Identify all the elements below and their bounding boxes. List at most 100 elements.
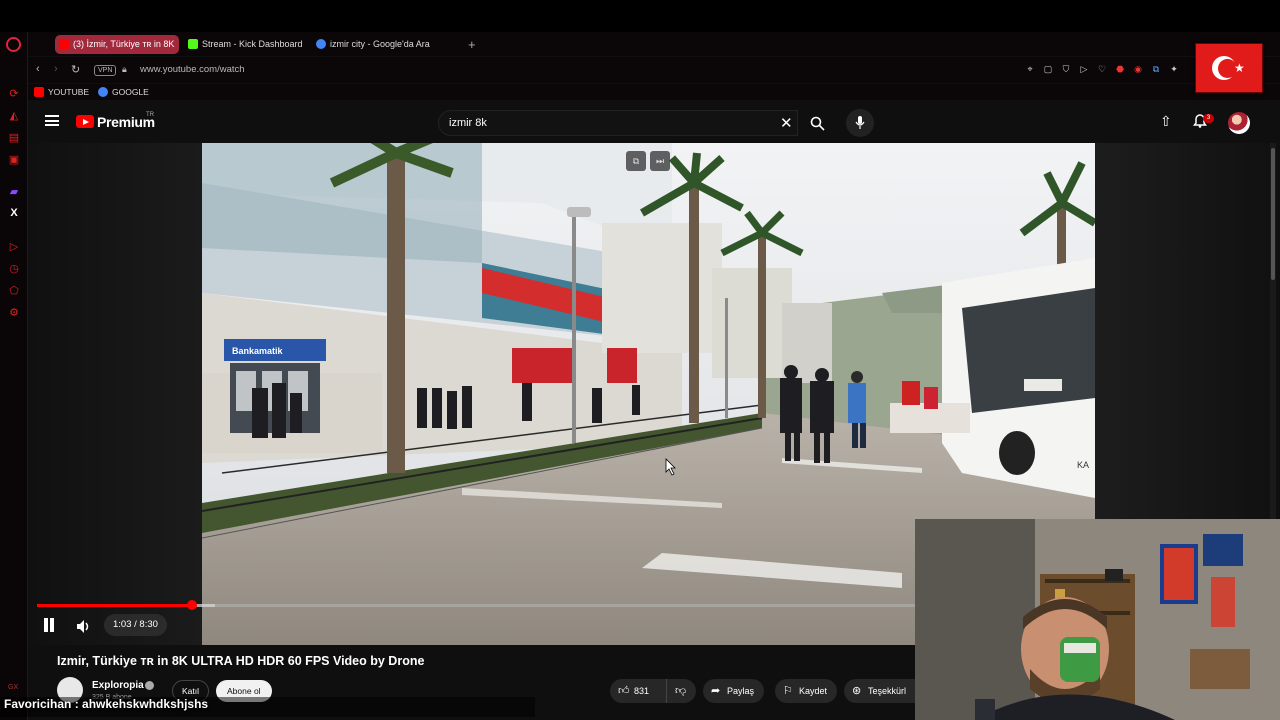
extensions-puzzle-icon[interactable]: ✦ <box>1168 63 1180 75</box>
tampermonkey-icon[interactable]: ◉ <box>1132 63 1144 75</box>
search-icon <box>810 116 825 131</box>
youtube-favicon-icon <box>59 39 69 49</box>
scrollbar-thumb[interactable] <box>1271 148 1275 280</box>
share-icon: ➦ <box>711 685 721 697</box>
google-bookmark-icon <box>98 87 108 97</box>
chat-separator: : <box>71 697 83 711</box>
tab-label: (3) İzmir, Türkiye ᴛʀ in 8K <box>73 39 175 49</box>
messenger-icon[interactable]: ▣ <box>6 151 22 167</box>
tab-youtube[interactable]: (3) İzmir, Türkiye ᴛʀ in 8K <box>55 35 179 54</box>
snapshot-icon[interactable]: ▢ <box>1042 63 1054 75</box>
flag-star: ★ <box>1234 61 1245 75</box>
x-twitter-icon[interactable]: X <box>6 205 22 221</box>
window-top-bar <box>0 0 1280 32</box>
bookmarks-bar: YOUTUBE GOOGLE <box>28 84 1280 100</box>
translate-icon[interactable]: ⧉ <box>1150 63 1162 75</box>
share-button[interactable]: ➦ Paylaş <box>703 679 765 703</box>
thanks-button[interactable]: ⊛ Teşekkürl <box>844 679 915 703</box>
atm-sign: Bankamatik <box>232 346 284 356</box>
next-video-icon[interactable]: ⏭ <box>650 151 670 171</box>
verified-icon <box>145 681 154 690</box>
notification-count-badge: 3 <box>1203 114 1214 123</box>
miniplayer-icon[interactable]: ⧉ <box>626 151 646 171</box>
tab-kick[interactable]: Stream - Kick Dashboard <box>184 35 308 54</box>
turkish-flag-image: ★ <box>1195 43 1263 93</box>
bookmark-youtube[interactable]: YOUTUBE <box>34 86 89 98</box>
heart-icon[interactable]: ♡ <box>1096 63 1108 75</box>
gx-label: GX <box>8 684 19 691</box>
webcam-feed <box>915 519 1280 720</box>
search-value: izmir 8k <box>449 117 487 129</box>
bookmark-icon: ⚐ <box>783 685 793 697</box>
progress-played <box>37 604 192 607</box>
pause-button[interactable] <box>42 618 56 632</box>
tab-label: Stream - Kick Dashboard <box>202 39 303 49</box>
tab-strip: (3) İzmir, Türkiye ᴛʀ in 8K Stream - Kic… <box>28 32 1280 56</box>
chat-overlay-message: Favoricihan : ahwkehskwhdkshjshs <box>4 697 208 715</box>
bookmark-google[interactable]: GOOGLE <box>98 86 149 98</box>
bookmark-label: GOOGLE <box>112 87 149 97</box>
history-icon[interactable]: ⟳ <box>6 85 22 101</box>
aria-icon[interactable]: ◭ <box>6 107 22 123</box>
like-count: 831 <box>634 686 650 696</box>
reload-icon[interactable]: ↻ <box>71 63 80 76</box>
search-input[interactable]: izmir 8k ✕ <box>438 110 798 136</box>
shield-icon[interactable]: ⛉ <box>1060 63 1072 75</box>
dislike-button[interactable]: 👎︎ <box>666 679 696 703</box>
chat-user: Favoricihan <box>4 697 72 711</box>
back-icon[interactable]: ‹ <box>36 63 40 75</box>
overlay-buttons: ⧉ ⏭ <box>626 151 670 171</box>
user-avatar[interactable] <box>1228 112 1250 134</box>
extensions-icon[interactable]: ⬠ <box>6 282 22 298</box>
thumbs-up-icon: 👍︎ <box>618 685 630 697</box>
clear-search-icon[interactable]: ✕ <box>780 114 793 132</box>
pin-icon[interactable]: ⌖ <box>1024 63 1036 75</box>
clock-icon[interactable]: ◷ <box>6 260 22 276</box>
like-button[interactable]: 👍︎ 831 <box>610 679 666 703</box>
new-tab-button[interactable]: + <box>468 35 476 54</box>
flow-icon[interactable]: ▷ <box>1078 63 1090 75</box>
voice-search-button[interactable] <box>846 109 874 137</box>
channel-name[interactable]: Exploropia <box>92 680 144 691</box>
lock-icon[interactable]: 🔒︎ <box>122 64 127 75</box>
save-label: Kaydet <box>799 686 828 696</box>
player-ambient-left <box>28 143 202 645</box>
volume-icon[interactable] <box>74 616 94 636</box>
youtube-logo-icon[interactable] <box>76 115 94 128</box>
address-bar: ‹ › ↻ VPN 🔒︎ www.youtube.com/watch ⌖ ▢ ⛉… <box>28 57 1280 83</box>
settings-icon[interactable]: ⚙ <box>6 304 22 320</box>
webcam-overlay <box>915 519 1280 720</box>
player-ambient-right <box>1095 143 1270 519</box>
search-button[interactable] <box>800 110 834 136</box>
opera-gx-logo-icon[interactable] <box>6 37 21 52</box>
kick-favicon-icon <box>188 39 198 49</box>
pinboard-icon[interactable]: ▤ <box>6 129 22 145</box>
vpn-badge[interactable]: VPN <box>94 65 117 76</box>
save-button[interactable]: ⚐ Kaydet <box>775 679 838 703</box>
thumbs-down-icon: 👎︎ <box>675 685 687 697</box>
google-favicon-icon <box>316 39 326 49</box>
tab-label: izmir city - Google'da Ara <box>330 39 430 49</box>
bookmark-label: YOUTUBE <box>48 87 90 97</box>
microphone-icon <box>855 116 865 129</box>
browser-sidebar: ⟳ ◭ ▤ ▣ ▰ X ▷ ◷ ⬠ ⚙ <box>0 32 28 720</box>
share-label: Paylaş <box>727 686 755 696</box>
super-thanks-icon: ⊛ <box>852 685 862 697</box>
tab-google[interactable]: izmir city - Google'da Ara <box>312 35 442 54</box>
progress-scrubber[interactable] <box>186 600 197 610</box>
bus-text: KA <box>1077 460 1089 470</box>
url-field[interactable]: www.youtube.com/watch <box>140 64 245 75</box>
upload-icon[interactable]: ⇧ <box>1160 113 1172 130</box>
adblock-icon[interactable]: ⬣ <box>1114 63 1126 75</box>
player-icon[interactable]: ▷ <box>6 238 22 254</box>
youtube-header: Premium TR izmir 8k ✕ ⇧ <box>28 101 1280 143</box>
youtube-bookmark-icon <box>34 87 44 97</box>
twitch-icon[interactable]: ▰ <box>6 183 22 199</box>
forward-icon[interactable]: › <box>54 63 58 75</box>
menu-icon[interactable] <box>45 115 59 126</box>
extension-icons: ⌖ ▢ ⛉ ▷ ♡ ⬣ ◉ ⧉ ✦ <box>1024 63 1180 75</box>
video-title: Izmir, Türkiye ᴛʀ in 8K ULTRA HD HDR 60 … <box>57 654 425 668</box>
time-display: 1:03 / 8:30 <box>104 614 167 636</box>
chat-text: ahwkehskwhdkshjshs <box>82 697 209 711</box>
thanks-label: Teşekkürl <box>868 686 907 696</box>
